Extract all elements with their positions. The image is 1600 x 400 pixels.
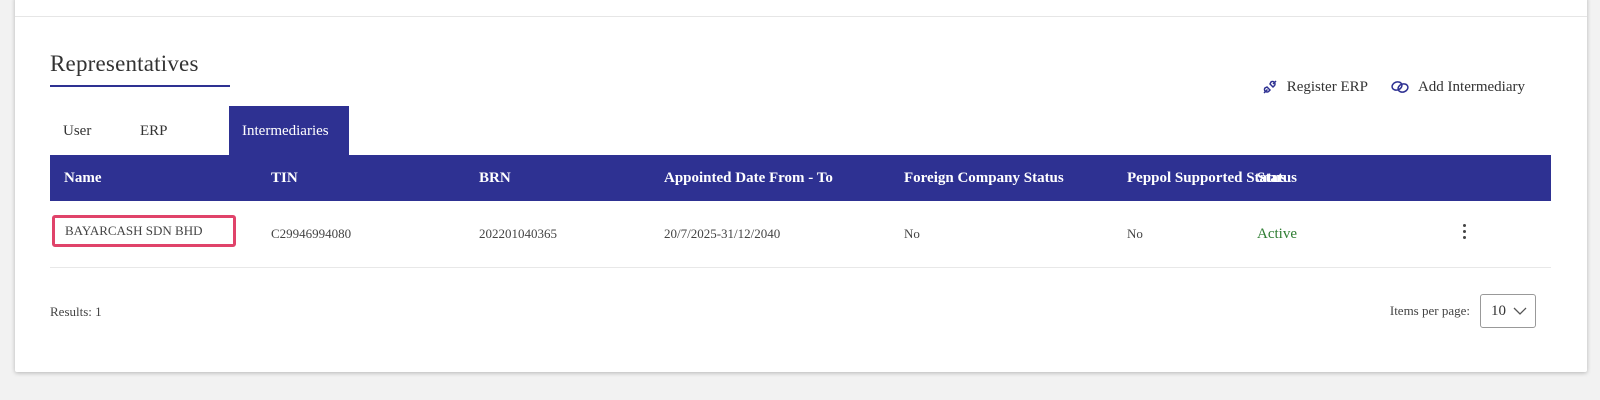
results-count: Results: 1 [50, 304, 102, 319]
intermediaries-table: Name TIN BRN Appointed Date From - To Fo… [50, 155, 1551, 268]
column-header-foreign-company-status[interactable]: Foreign Company Status [904, 155, 1064, 201]
header-actions: Register ERP Add Intermediary [1261, 78, 1525, 96]
column-header-brn[interactable]: BRN [479, 155, 511, 201]
tab-user-label: User [63, 122, 92, 139]
tab-intermediaries[interactable]: Intermediaries [229, 106, 349, 156]
column-header-appointed-date[interactable]: Appointed Date From - To [664, 155, 833, 201]
row-peppol-status-cell: No [1127, 226, 1143, 241]
tab-user[interactable]: User [50, 106, 140, 156]
table-header: Name TIN BRN Appointed Date From - To Fo… [50, 155, 1551, 201]
items-per-page-select[interactable]: 10 [1480, 294, 1536, 328]
chevron-down-icon [1513, 303, 1527, 320]
add-intermediary-button[interactable]: Add Intermediary [1390, 79, 1525, 96]
table-row[interactable]: BAYARCASH SDN BHD C29946994080 202201040… [50, 201, 1551, 268]
section-title: Representatives [50, 51, 199, 76]
representative-tabs: User ERP Intermediaries [50, 106, 349, 156]
column-header-tin[interactable]: TIN [271, 155, 298, 201]
row-tin-cell: C29946994080 [271, 226, 352, 241]
register-erp-label: Register ERP [1286, 78, 1368, 95]
tab-erp-label: ERP [140, 122, 168, 139]
row-appointed-date-cell: 20/7/2025-31/12/2040 [664, 226, 781, 241]
pagination: Items per page: 10 [1390, 294, 1536, 328]
representatives-card: Representatives Register ERP Add Interme… [15, 0, 1587, 372]
section-title-underline [50, 85, 230, 87]
column-header-status[interactable]: Status [1257, 155, 1297, 201]
top-divider [15, 16, 1587, 17]
tab-erp[interactable]: ERP [140, 106, 229, 156]
row-name-cell[interactable]: BAYARCASH SDN BHD [52, 215, 236, 247]
row-more-options-icon[interactable] [1454, 221, 1474, 247]
items-per-page-label: Items per page: [1389, 303, 1470, 318]
column-header-name[interactable]: Name [64, 155, 102, 201]
tab-intermediaries-label: Intermediaries [242, 122, 329, 139]
items-per-page-value: 10 [1491, 302, 1506, 319]
add-intermediary-label: Add Intermediary [1417, 78, 1525, 95]
plug-icon [1261, 78, 1279, 96]
register-erp-button[interactable]: Register ERP [1261, 78, 1368, 96]
row-brn-cell: 202201040365 [479, 226, 557, 241]
row-foreign-status-cell: No [904, 226, 920, 241]
row-status-badge: Active [1257, 226, 1297, 242]
link-icon [1390, 79, 1410, 95]
